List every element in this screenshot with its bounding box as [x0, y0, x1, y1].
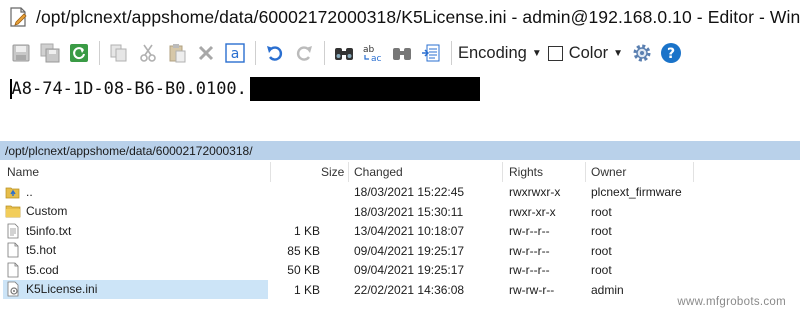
watermark: www.mfgrobots.com: [677, 296, 786, 308]
file-name: ..: [26, 184, 33, 199]
file-name-cell[interactable]: ..: [3, 182, 268, 201]
file-icon: [5, 242, 21, 258]
file-name-cell[interactable]: Custom: [3, 202, 268, 221]
column-divider[interactable]: [348, 162, 349, 182]
save-all-icon[interactable]: [37, 40, 63, 66]
column-divider[interactable]: [502, 162, 503, 182]
column-divider[interactable]: [270, 162, 271, 182]
file-rights: rw-r--r--: [509, 224, 550, 238]
svg-text:?: ?: [667, 46, 675, 62]
file-changed: 18/03/2021 15:30:11: [354, 204, 464, 219]
file-owner: root: [591, 263, 612, 277]
column-header-rights[interactable]: Rights: [509, 165, 543, 179]
ini-file-icon: [5, 281, 21, 297]
toolbar-separator: [451, 41, 452, 65]
file-name: t5info.txt: [26, 223, 72, 238]
folder-icon: [5, 203, 21, 219]
table-row[interactable]: t5info.txt 1 KB 13/04/2021 10:18:07 rw-r…: [0, 221, 800, 241]
file-owner: plcnext_firmware: [591, 185, 682, 199]
redaction-box: [249, 77, 480, 101]
file-owner: root: [591, 224, 612, 238]
text-file-icon: [5, 223, 21, 239]
cut-icon[interactable]: [135, 40, 161, 66]
color-label: Color: [568, 43, 609, 62]
reload-icon[interactable]: [66, 40, 92, 66]
file-size: 1 KB: [293, 224, 320, 238]
delete-icon[interactable]: [193, 40, 219, 66]
column-divider[interactable]: [585, 162, 586, 182]
file-changed: 13/04/2021 10:18:07: [354, 224, 465, 238]
file-list-header: Name Size Changed Rights Owner: [0, 160, 800, 184]
file-rights: rwxrwxr-x: [509, 185, 561, 199]
goto-line-icon[interactable]: [418, 40, 444, 66]
help-icon[interactable]: ?: [658, 40, 684, 66]
column-header-name[interactable]: Name: [7, 165, 39, 179]
file-name: K5License.ini: [26, 282, 98, 296]
toolbar-separator: [255, 41, 256, 65]
table-row[interactable]: Custom 18/03/2021 15:30:11 rwxr-xr-x roo…: [0, 202, 800, 222]
paste-icon[interactable]: [164, 40, 190, 66]
file-rights: rwxr-xr-x: [509, 204, 556, 219]
column-header-size[interactable]: Size: [321, 165, 344, 179]
parent-folder-icon: [5, 184, 21, 200]
window-title: /opt/plcnext/appshome/data/6000217200031…: [36, 6, 800, 27]
chevron-down-icon: ▼: [531, 47, 542, 59]
file-name: t5.cod: [26, 262, 59, 277]
file-rights: rw-rw-r--: [509, 282, 555, 297]
file-name-cell[interactable]: t5.cod: [3, 260, 268, 279]
file-size: 50 KB: [287, 263, 320, 277]
remote-path: /opt/plcnext/appshome/data/6000217200031…: [5, 143, 253, 158]
file-size: 1 KB: [293, 282, 320, 297]
document-edit-icon: [10, 7, 28, 27]
file-name: Custom: [26, 204, 68, 218]
column-header-owner[interactable]: Owner: [591, 165, 626, 179]
file-rights: rw-r--r--: [509, 263, 550, 277]
file-changed: 09/04/2021 19:25:17: [354, 263, 465, 277]
svg-text:a: a: [231, 46, 240, 62]
editor-text-area[interactable]: A8-74-1D-08-B6-B0.0100.: [0, 72, 800, 134]
file-owner: root: [591, 204, 612, 219]
undo-icon[interactable]: [262, 40, 288, 66]
preferences-gear-icon[interactable]: [629, 40, 655, 66]
color-checkbox[interactable]: [547, 45, 563, 61]
save-icon[interactable]: [8, 40, 34, 66]
column-header-changed[interactable]: Changed: [354, 165, 403, 179]
table-row[interactable]: .. 18/03/2021 15:22:45 rwxrwxr-x plcnext…: [0, 182, 800, 202]
file-changed: 18/03/2021 15:22:45: [354, 185, 465, 199]
file-changed: 09/04/2021 19:25:17: [354, 243, 465, 258]
file-name-cell[interactable]: t5info.txt: [3, 221, 268, 240]
redo-icon[interactable]: [291, 40, 317, 66]
remote-path-bar: /opt/plcnext/appshome/data/6000217200031…: [0, 141, 800, 160]
toolbar-separator: [324, 41, 325, 65]
file-owner: admin: [591, 282, 624, 297]
file-changed: 22/02/2021 14:36:08: [354, 282, 465, 297]
file-list: .. 18/03/2021 15:22:45 rwxrwxr-x plcnext…: [0, 182, 800, 299]
file-rights: rw-r--r--: [509, 243, 550, 258]
find-icon[interactable]: [331, 40, 357, 66]
find-next-icon[interactable]: [389, 40, 415, 66]
editor-line-1[interactable]: A8-74-1D-08-B6-B0.0100.: [10, 77, 480, 101]
file-name-cell[interactable]: K5License.ini: [3, 279, 268, 299]
chevron-down-icon: ▼: [613, 47, 624, 59]
color-dropdown[interactable]: Color ▼: [547, 43, 624, 63]
svg-text:ac: ac: [371, 54, 382, 63]
copy-icon[interactable]: [106, 40, 132, 66]
column-divider[interactable]: [693, 162, 694, 182]
replace-icon[interactable]: ab ac: [360, 40, 386, 66]
encoding-label: Encoding: [458, 43, 527, 62]
file-size: 85 KB: [287, 243, 320, 258]
select-all-icon[interactable]: a: [222, 40, 248, 66]
table-row[interactable]: t5.cod 50 KB 09/04/2021 19:25:17 rw-r--r…: [0, 260, 800, 280]
toolbar-separator: [99, 41, 100, 65]
editor-line-text: A8-74-1D-08-B6-B0.0100.: [11, 79, 247, 99]
file-name: t5.hot: [26, 243, 57, 257]
editor-toolbar: a ab ac Encoding ▼ Color ▼ ?: [0, 36, 800, 70]
encoding-dropdown[interactable]: Encoding ▼: [458, 44, 542, 63]
file-name-cell[interactable]: t5.hot: [3, 241, 268, 260]
file-icon: [5, 262, 21, 278]
title-bar: /opt/plcnext/appshome/data/6000217200031…: [0, 0, 800, 34]
table-row[interactable]: t5.hot 85 KB 09/04/2021 19:25:17 rw-r--r…: [0, 241, 800, 261]
file-owner: root: [591, 243, 612, 258]
